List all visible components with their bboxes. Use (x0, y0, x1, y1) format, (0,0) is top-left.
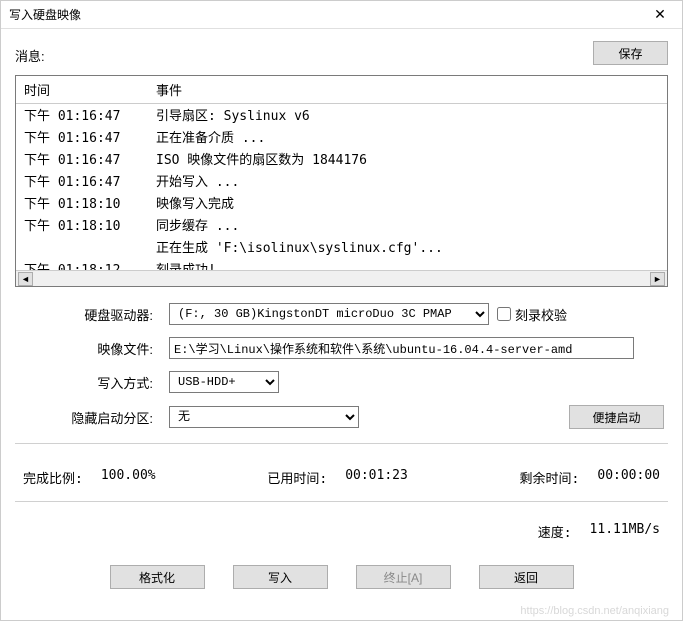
log-time: 下午 01:18:10 (24, 216, 156, 238)
save-button[interactable]: 保存 (593, 41, 668, 65)
image-path-input[interactable] (169, 337, 634, 359)
speed-value: 11.11MB/s (590, 522, 660, 541)
write-button[interactable]: 写入 (233, 565, 328, 589)
log-row: 下午 01:18:10同步缓存 ... (24, 216, 659, 238)
progress-status: 完成比例: 100.00% (23, 468, 156, 487)
window-title: 写入硬盘映像 (9, 6, 81, 23)
log-row: 下午 01:16:47引导扇区: Syslinux v6 (24, 106, 659, 128)
scroll-right-icon[interactable]: ► (650, 272, 665, 286)
log-body[interactable]: 下午 01:16:47引导扇区: Syslinux v6 下午 01:16:47… (16, 104, 667, 270)
message-label: 消息: (15, 46, 45, 65)
log-row: 下午 01:16:47ISO 映像文件的扇区数为 1844176 (24, 150, 659, 172)
divider (15, 501, 668, 502)
progress-label: 完成比例: (23, 468, 83, 487)
log-row: 正在生成 'F:\isolinux\syslinux.cfg'... (24, 238, 659, 260)
log-time: 下午 01:16:47 (24, 150, 156, 172)
verify-checkbox-label[interactable]: 刻录校验 (497, 305, 567, 324)
abort-button: 终止[A] (356, 565, 451, 589)
write-method-select[interactable]: USB-HDD+ (169, 371, 279, 393)
log-time: 下午 01:16:47 (24, 106, 156, 128)
titlebar: 写入硬盘映像 ✕ (1, 1, 682, 29)
status-row: 完成比例: 100.00% 已用时间: 00:01:23 剩余时间: 00:00… (15, 458, 668, 487)
elapsed-label: 已用时间: (267, 468, 327, 487)
remain-status: 剩余时间: 00:00:00 (520, 468, 660, 487)
method-row: 写入方式: USB-HDD+ (19, 371, 664, 393)
close-icon: ✕ (654, 6, 666, 23)
form-area: 硬盘驱动器: (F:, 30 GB)KingstonDT microDuo 3C… (15, 297, 668, 429)
log-header-event: 事件 (156, 80, 659, 99)
log-event: 同步缓存 ... (156, 216, 659, 238)
remain-value: 00:00:00 (597, 468, 660, 487)
drive-label: 硬盘驱动器: (19, 305, 161, 324)
verify-checkbox[interactable] (497, 307, 511, 321)
log-time: 下午 01:16:47 (24, 172, 156, 194)
hide-label: 隐藏启动分区: (19, 408, 161, 427)
log-header: 时间 事件 (16, 76, 667, 104)
log-row: 下午 01:18:10映像写入完成 (24, 194, 659, 216)
log-event: 引导扇区: Syslinux v6 (156, 106, 659, 128)
close-button[interactable]: ✕ (646, 5, 674, 25)
log-event: 开始写入 ... (156, 172, 659, 194)
hide-partition-row: 隐藏启动分区: 无 便捷启动 (19, 405, 664, 429)
elapsed-status: 已用时间: 00:01:23 (267, 468, 407, 487)
image-row: 映像文件: (19, 337, 664, 359)
hide-partition-select[interactable]: 无 (169, 406, 359, 428)
drive-row: 硬盘驱动器: (F:, 30 GB)KingstonDT microDuo 3C… (19, 303, 664, 325)
progress-value: 100.00% (101, 468, 156, 487)
log-time: 下午 01:18:12 (24, 260, 156, 270)
drive-select[interactable]: (F:, 30 GB)KingstonDT microDuo 3C PMAP (169, 303, 489, 325)
speed-label: 速度: (538, 522, 572, 541)
verify-label-text: 刻录校验 (515, 305, 567, 324)
log-time: 下午 01:18:10 (24, 194, 156, 216)
quick-boot-button[interactable]: 便捷启动 (569, 405, 664, 429)
back-button[interactable]: 返回 (479, 565, 574, 589)
speed-row: 速度: 11.11MB/s (15, 516, 668, 547)
divider (15, 443, 668, 444)
log-event: ISO 映像文件的扇区数为 1844176 (156, 150, 659, 172)
method-label: 写入方式: (19, 373, 161, 392)
log-event: 刻录成功! (156, 260, 659, 270)
log-event: 正在生成 'F:\isolinux\syslinux.cfg'... (156, 238, 659, 260)
log-row: 下午 01:16:47开始写入 ... (24, 172, 659, 194)
remain-label: 剩余时间: (520, 468, 580, 487)
log-panel: 时间 事件 下午 01:16:47引导扇区: Syslinux v6 下午 01… (15, 75, 668, 287)
log-row: 下午 01:18:12刻录成功! (24, 260, 659, 270)
log-time (24, 238, 156, 260)
log-time: 下午 01:16:47 (24, 128, 156, 150)
dialog-window: 写入硬盘映像 ✕ 消息: 保存 时间 事件 下午 01:16:47引导扇区: S… (0, 0, 683, 621)
format-button[interactable]: 格式化 (110, 565, 205, 589)
log-event: 映像写入完成 (156, 194, 659, 216)
message-header-row: 消息: 保存 (15, 41, 668, 65)
image-label: 映像文件: (19, 339, 161, 358)
scroll-left-icon[interactable]: ◄ (18, 272, 33, 286)
log-row: 下午 01:16:47正在准备介质 ... (24, 128, 659, 150)
horizontal-scrollbar[interactable]: ◄ ► (16, 270, 667, 286)
log-header-time: 时间 (24, 80, 156, 99)
log-event: 正在准备介质 ... (156, 128, 659, 150)
content-area: 消息: 保存 时间 事件 下午 01:16:47引导扇区: Syslinux v… (1, 29, 682, 620)
action-button-row: 格式化 写入 终止[A] 返回 (15, 557, 668, 593)
elapsed-value: 00:01:23 (345, 468, 408, 487)
